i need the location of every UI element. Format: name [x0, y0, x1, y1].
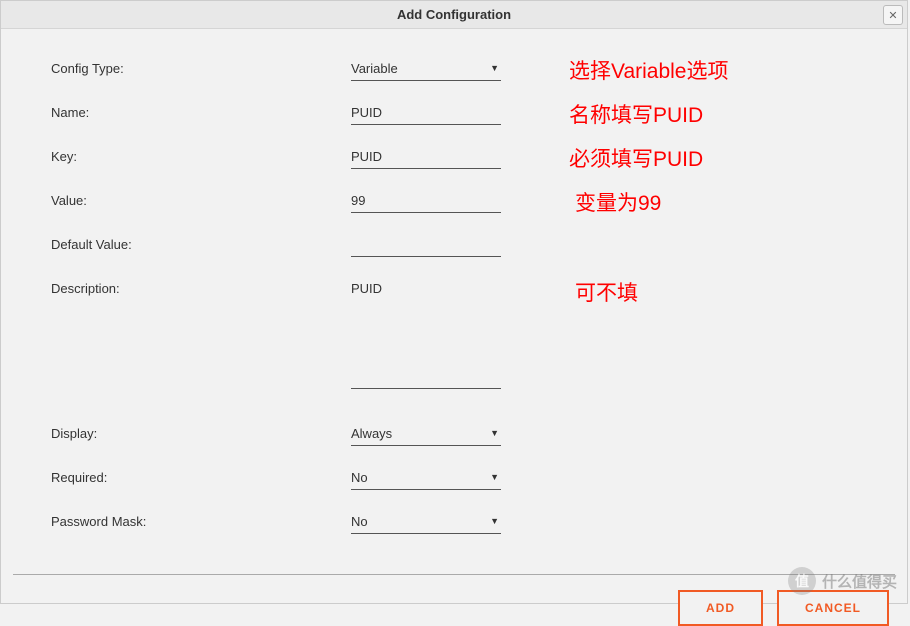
- dialog-content: Config Type: Variable ▼ 选择Variable选项 Nam…: [1, 29, 907, 566]
- close-icon: ✕: [888, 9, 897, 22]
- row-key: Key: 必须填写PUID: [51, 147, 857, 169]
- config-type-label: Config Type:: [51, 59, 351, 76]
- display-label: Display:: [51, 424, 351, 441]
- password-mask-select[interactable]: No: [351, 512, 501, 534]
- row-default-value: Default Value:: [51, 235, 857, 257]
- row-name: Name: 名称填写PUID: [51, 103, 857, 125]
- password-mask-label: Password Mask:: [51, 512, 351, 529]
- cancel-button[interactable]: CANCEL: [777, 590, 889, 626]
- add-configuration-dialog: Add Configuration ✕ Config Type: Variabl…: [0, 0, 908, 604]
- row-description: Description: 可不填: [51, 279, 857, 394]
- required-select[interactable]: No: [351, 468, 501, 490]
- default-value-label: Default Value:: [51, 235, 351, 252]
- key-input[interactable]: [351, 147, 501, 169]
- value-input[interactable]: [351, 191, 501, 213]
- row-config-type: Config Type: Variable ▼ 选择Variable选项: [51, 59, 857, 81]
- description-textarea[interactable]: [351, 279, 501, 389]
- value-label: Value:: [51, 191, 351, 208]
- button-row: ADD CANCEL: [13, 590, 895, 626]
- dialog-title: Add Configuration: [397, 7, 511, 22]
- default-value-input[interactable]: [351, 235, 501, 257]
- close-button[interactable]: ✕: [883, 5, 903, 25]
- annotation-value: 变量为99: [575, 187, 661, 217]
- row-password-mask: Password Mask: No ▼: [51, 512, 857, 534]
- required-label: Required:: [51, 468, 351, 485]
- row-required: Required: No ▼: [51, 468, 857, 490]
- row-value: Value: 变量为99: [51, 191, 857, 213]
- footer-divider: [13, 574, 895, 575]
- dialog-titlebar: Add Configuration ✕: [1, 1, 907, 29]
- key-label: Key:: [51, 147, 351, 164]
- display-select[interactable]: Always: [351, 424, 501, 446]
- annotation-name: 名称填写PUID: [569, 99, 703, 129]
- name-label: Name:: [51, 103, 351, 120]
- description-label: Description:: [51, 279, 351, 296]
- annotation-config-type: 选择Variable选项: [569, 55, 729, 85]
- row-display: Display: Always ▼: [51, 424, 857, 446]
- annotation-description: 可不填: [575, 277, 638, 307]
- annotation-key: 必须填写PUID: [569, 143, 703, 173]
- add-button[interactable]: ADD: [678, 590, 763, 626]
- config-type-select[interactable]: Variable: [351, 59, 501, 81]
- name-input[interactable]: [351, 103, 501, 125]
